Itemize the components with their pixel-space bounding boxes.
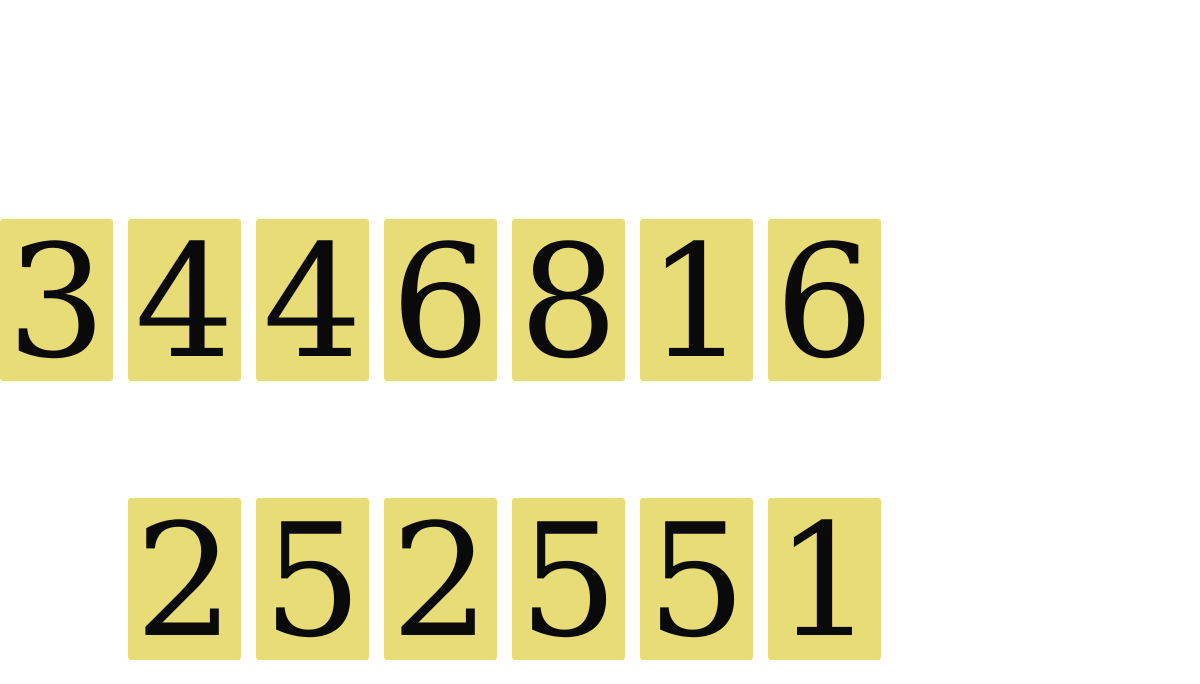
digit-tile: 1 [640, 219, 753, 381]
digit-tile: 4 [256, 219, 369, 381]
digit: 5 [262, 498, 363, 660]
digit-tile: 5 [640, 498, 753, 660]
digit-tile: 5 [512, 498, 625, 660]
digit: 4 [262, 219, 363, 381]
digit-tile: 8 [512, 219, 625, 381]
digit: 6 [390, 219, 491, 381]
digit: 2 [390, 498, 491, 660]
digit: 2 [134, 498, 235, 660]
digit-tile: 6 [768, 219, 881, 381]
digit-tile: 5 [256, 498, 369, 660]
digit: 6 [774, 219, 875, 381]
digit: 1 [646, 219, 747, 381]
digit: 8 [518, 219, 619, 381]
digit: 1 [774, 498, 875, 660]
digit: 5 [518, 498, 619, 660]
digit-tile: 2 [384, 498, 497, 660]
digit-tile: 6 [384, 219, 497, 381]
digit-tile: 1 [768, 498, 881, 660]
digit: 3 [6, 219, 107, 381]
digit-tile: 4 [128, 219, 241, 381]
digit: 5 [646, 498, 747, 660]
digit-tile: 3 [0, 219, 113, 381]
digit: 4 [134, 219, 235, 381]
digit-tile: 2 [128, 498, 241, 660]
